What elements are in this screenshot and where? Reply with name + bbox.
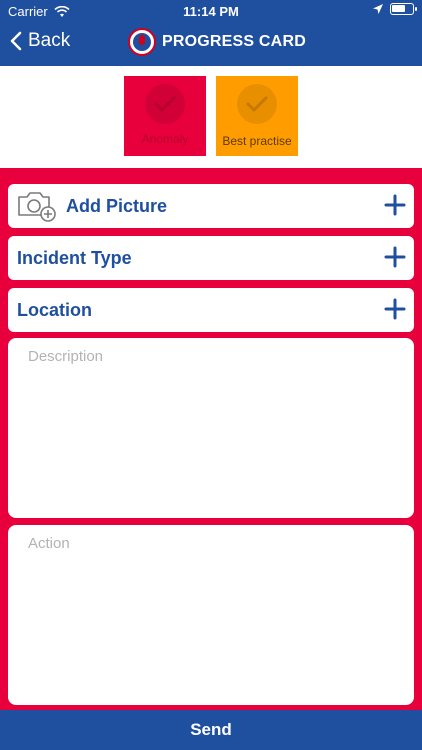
location-arrow-icon xyxy=(373,4,383,14)
form-area: Add Picture Incident Type Location xyxy=(0,168,422,710)
app-logo xyxy=(128,28,156,56)
camera-plus-icon xyxy=(18,192,56,222)
location-label: Location xyxy=(17,299,92,320)
title-group: PROGRESS CARD xyxy=(128,28,306,56)
plus-icon xyxy=(384,246,406,268)
category-tiles: Anomaly Best practise xyxy=(124,76,298,156)
add-picture-label: Add Picture xyxy=(66,195,168,216)
back-label: Back xyxy=(28,30,71,51)
plus-icon xyxy=(384,298,406,320)
battery-icon xyxy=(390,3,417,15)
check-icon xyxy=(237,84,277,124)
add-picture-row[interactable]: Add Picture xyxy=(8,184,414,228)
plus-icon xyxy=(384,194,406,216)
status-bar: Carrier 11:14 PM xyxy=(0,0,422,22)
send-button[interactable]: Send xyxy=(0,710,422,750)
category-anomaly[interactable]: Anomaly xyxy=(124,76,206,156)
category-label: Anomaly xyxy=(141,132,189,146)
incident-type-label: Incident Type xyxy=(17,247,132,268)
status-right xyxy=(372,3,417,15)
incident-type-row[interactable]: Incident Type xyxy=(8,236,414,280)
nav-bar: Back PROGRESS CARD xyxy=(0,24,422,64)
page-title: PROGRESS CARD xyxy=(162,33,306,50)
status-time: 11:14 PM xyxy=(183,4,239,19)
category-best-practise[interactable]: Best practise xyxy=(216,76,298,156)
description-field[interactable] xyxy=(8,338,414,518)
check-icon xyxy=(145,84,185,124)
chevron-left-icon xyxy=(10,31,22,51)
back-button[interactable]: Back xyxy=(10,30,70,52)
category-label: Best practise xyxy=(222,134,292,148)
action-field[interactable] xyxy=(8,525,414,705)
header: Carrier 11:14 PM Back PROGRESS CARD xyxy=(0,0,422,66)
location-row[interactable]: Location xyxy=(8,288,414,332)
send-label: Send xyxy=(190,720,232,739)
